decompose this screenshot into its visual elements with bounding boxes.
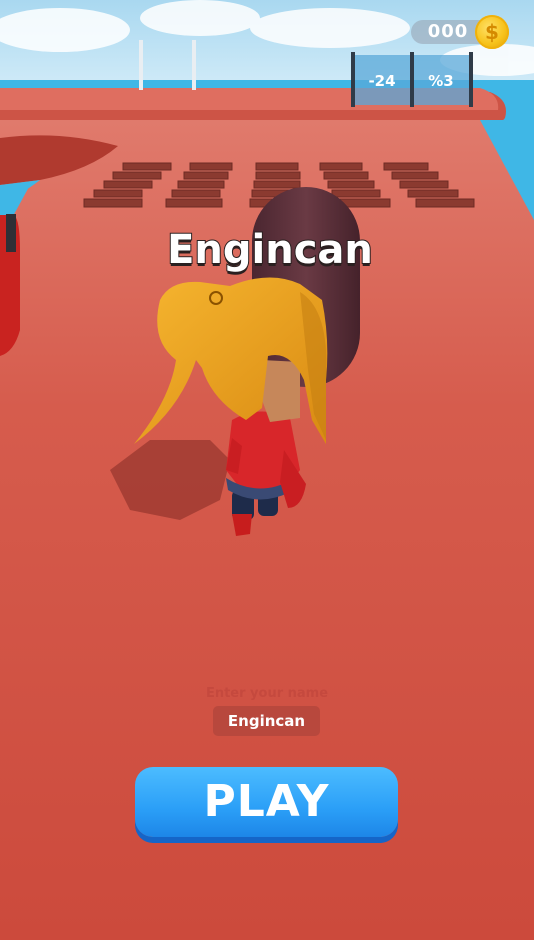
play-button-label: PLAY [203, 776, 330, 827]
player-face [262, 360, 300, 422]
goal-post-right [192, 40, 196, 90]
dollar-coin-icon: $ [475, 15, 509, 49]
gate-left-label: -24 [368, 72, 396, 90]
coin-glyph: $ [485, 20, 499, 44]
play-button[interactable]: PLAY [135, 767, 398, 837]
goal-post-left [139, 40, 143, 90]
game-screen: 000 $ -24 %3 Engincan Enter your name PL… [0, 0, 534, 940]
name-input-hint: Enter your name [205, 686, 329, 701]
coin-count: 000 [427, 21, 469, 42]
player-name-tag: Engincan [166, 226, 374, 274]
red-pillar-cap [6, 214, 16, 252]
name-input[interactable] [213, 706, 320, 736]
gate-right-label: %3 [428, 72, 454, 90]
